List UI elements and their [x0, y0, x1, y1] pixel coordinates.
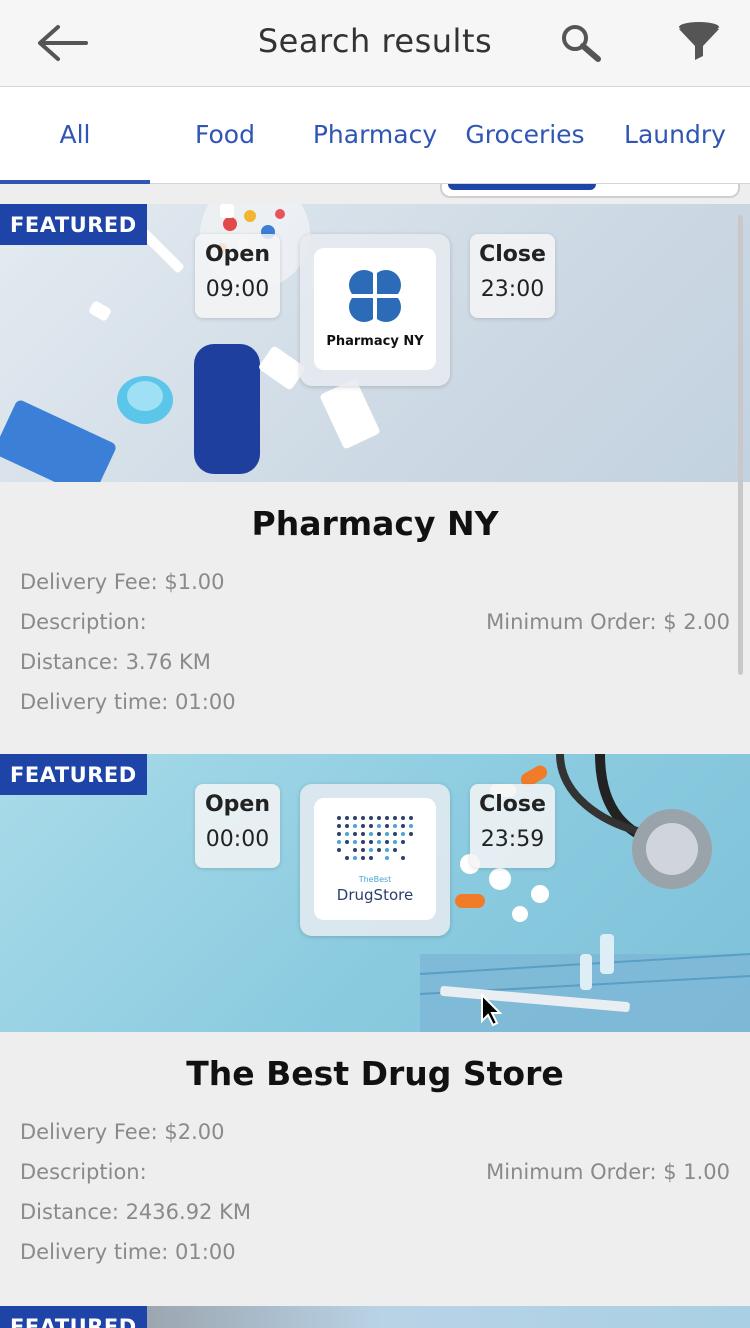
store-name: Pharmacy NY [251, 504, 499, 543]
featured-badge: FEATURED [0, 204, 147, 245]
close-time: 23:00 [480, 277, 545, 302]
tab-scroll-indicator [440, 184, 740, 198]
store-logo-box: TheBest DrugStore [300, 784, 450, 936]
tab-all[interactable]: All [0, 87, 150, 184]
store-banner-image: FEATURED [0, 1306, 750, 1328]
open-time-box: Open 09:00 [195, 234, 280, 318]
store-name: The Best Drug Store [186, 1054, 564, 1093]
drugstore-logo: TheBest DrugStore [337, 816, 413, 904]
featured-badge: FEATURED [0, 754, 147, 795]
store-banner-image: FEATURED Open 00:00 TheBest DrugStore Cl… [0, 754, 750, 1032]
open-label: Open [204, 792, 271, 817]
search-icon[interactable] [558, 22, 604, 64]
page-title: Search results [257, 22, 493, 60]
delivery-fee: Delivery Fee: $2.00 [20, 1120, 225, 1144]
tab-laundry[interactable]: Laundry [600, 87, 750, 184]
category-tabs: All Food Pharmacy Groceries Laundry [0, 87, 750, 184]
tab-pharmacy[interactable]: Pharmacy [300, 87, 450, 184]
store-details: The Best Drug Store Delivery Fee: $2.00 … [0, 1032, 750, 1304]
open-time: 09:00 [205, 277, 270, 302]
scrollbar[interactable] [738, 215, 743, 675]
store-card[interactable]: FEATURED Open 00:00 TheBest DrugStore Cl… [0, 754, 750, 1304]
store-logo-box: Pharmacy NY [300, 234, 450, 386]
open-label: Open [204, 242, 271, 267]
svg-text:TheBest: TheBest [358, 875, 392, 884]
store-card[interactable]: FEATURED Open 09:00 Pharmacy NY Close 23… [0, 204, 750, 754]
featured-badge: FEATURED [0, 1306, 147, 1328]
close-label: Close [479, 792, 546, 817]
pharmacy-ny-logo: Pharmacy NY [326, 270, 424, 349]
open-time: 00:00 [205, 827, 270, 852]
description: Description: [20, 1160, 147, 1184]
tab-groceries[interactable]: Groceries [450, 87, 600, 184]
close-time: 23:59 [480, 827, 545, 852]
filter-icon[interactable] [676, 20, 722, 64]
delivery-time: Delivery time: 01:00 [20, 690, 236, 714]
svg-text:DrugStore: DrugStore [337, 886, 413, 904]
close-label: Close [479, 242, 546, 267]
delivery-fee: Delivery Fee: $1.00 [20, 570, 225, 594]
store-details: Pharmacy NY Delivery Fee: $1.00 Descript… [0, 482, 750, 754]
app-bar: Search results [0, 0, 750, 87]
mouse-cursor-icon [481, 993, 503, 1027]
description: Description: [20, 610, 147, 634]
svg-text:Pharmacy NY: Pharmacy NY [326, 334, 424, 349]
store-card[interactable]: FEATURED [0, 1306, 750, 1328]
delivery-time: Delivery time: 01:00 [20, 1240, 236, 1264]
store-banner-image: FEATURED Open 09:00 Pharmacy NY Close 23… [0, 204, 750, 482]
tab-food[interactable]: Food [150, 87, 300, 184]
distance: Distance: 3.76 KM [20, 650, 211, 674]
minimum-order: Minimum Order: $ 1.00 [486, 1160, 730, 1184]
close-time-box: Close 23:00 [470, 234, 555, 318]
minimum-order: Minimum Order: $ 2.00 [486, 610, 730, 634]
close-time-box: Close 23:59 [470, 784, 555, 868]
distance: Distance: 2436.92 KM [20, 1200, 251, 1224]
open-time-box: Open 00:00 [195, 784, 280, 868]
